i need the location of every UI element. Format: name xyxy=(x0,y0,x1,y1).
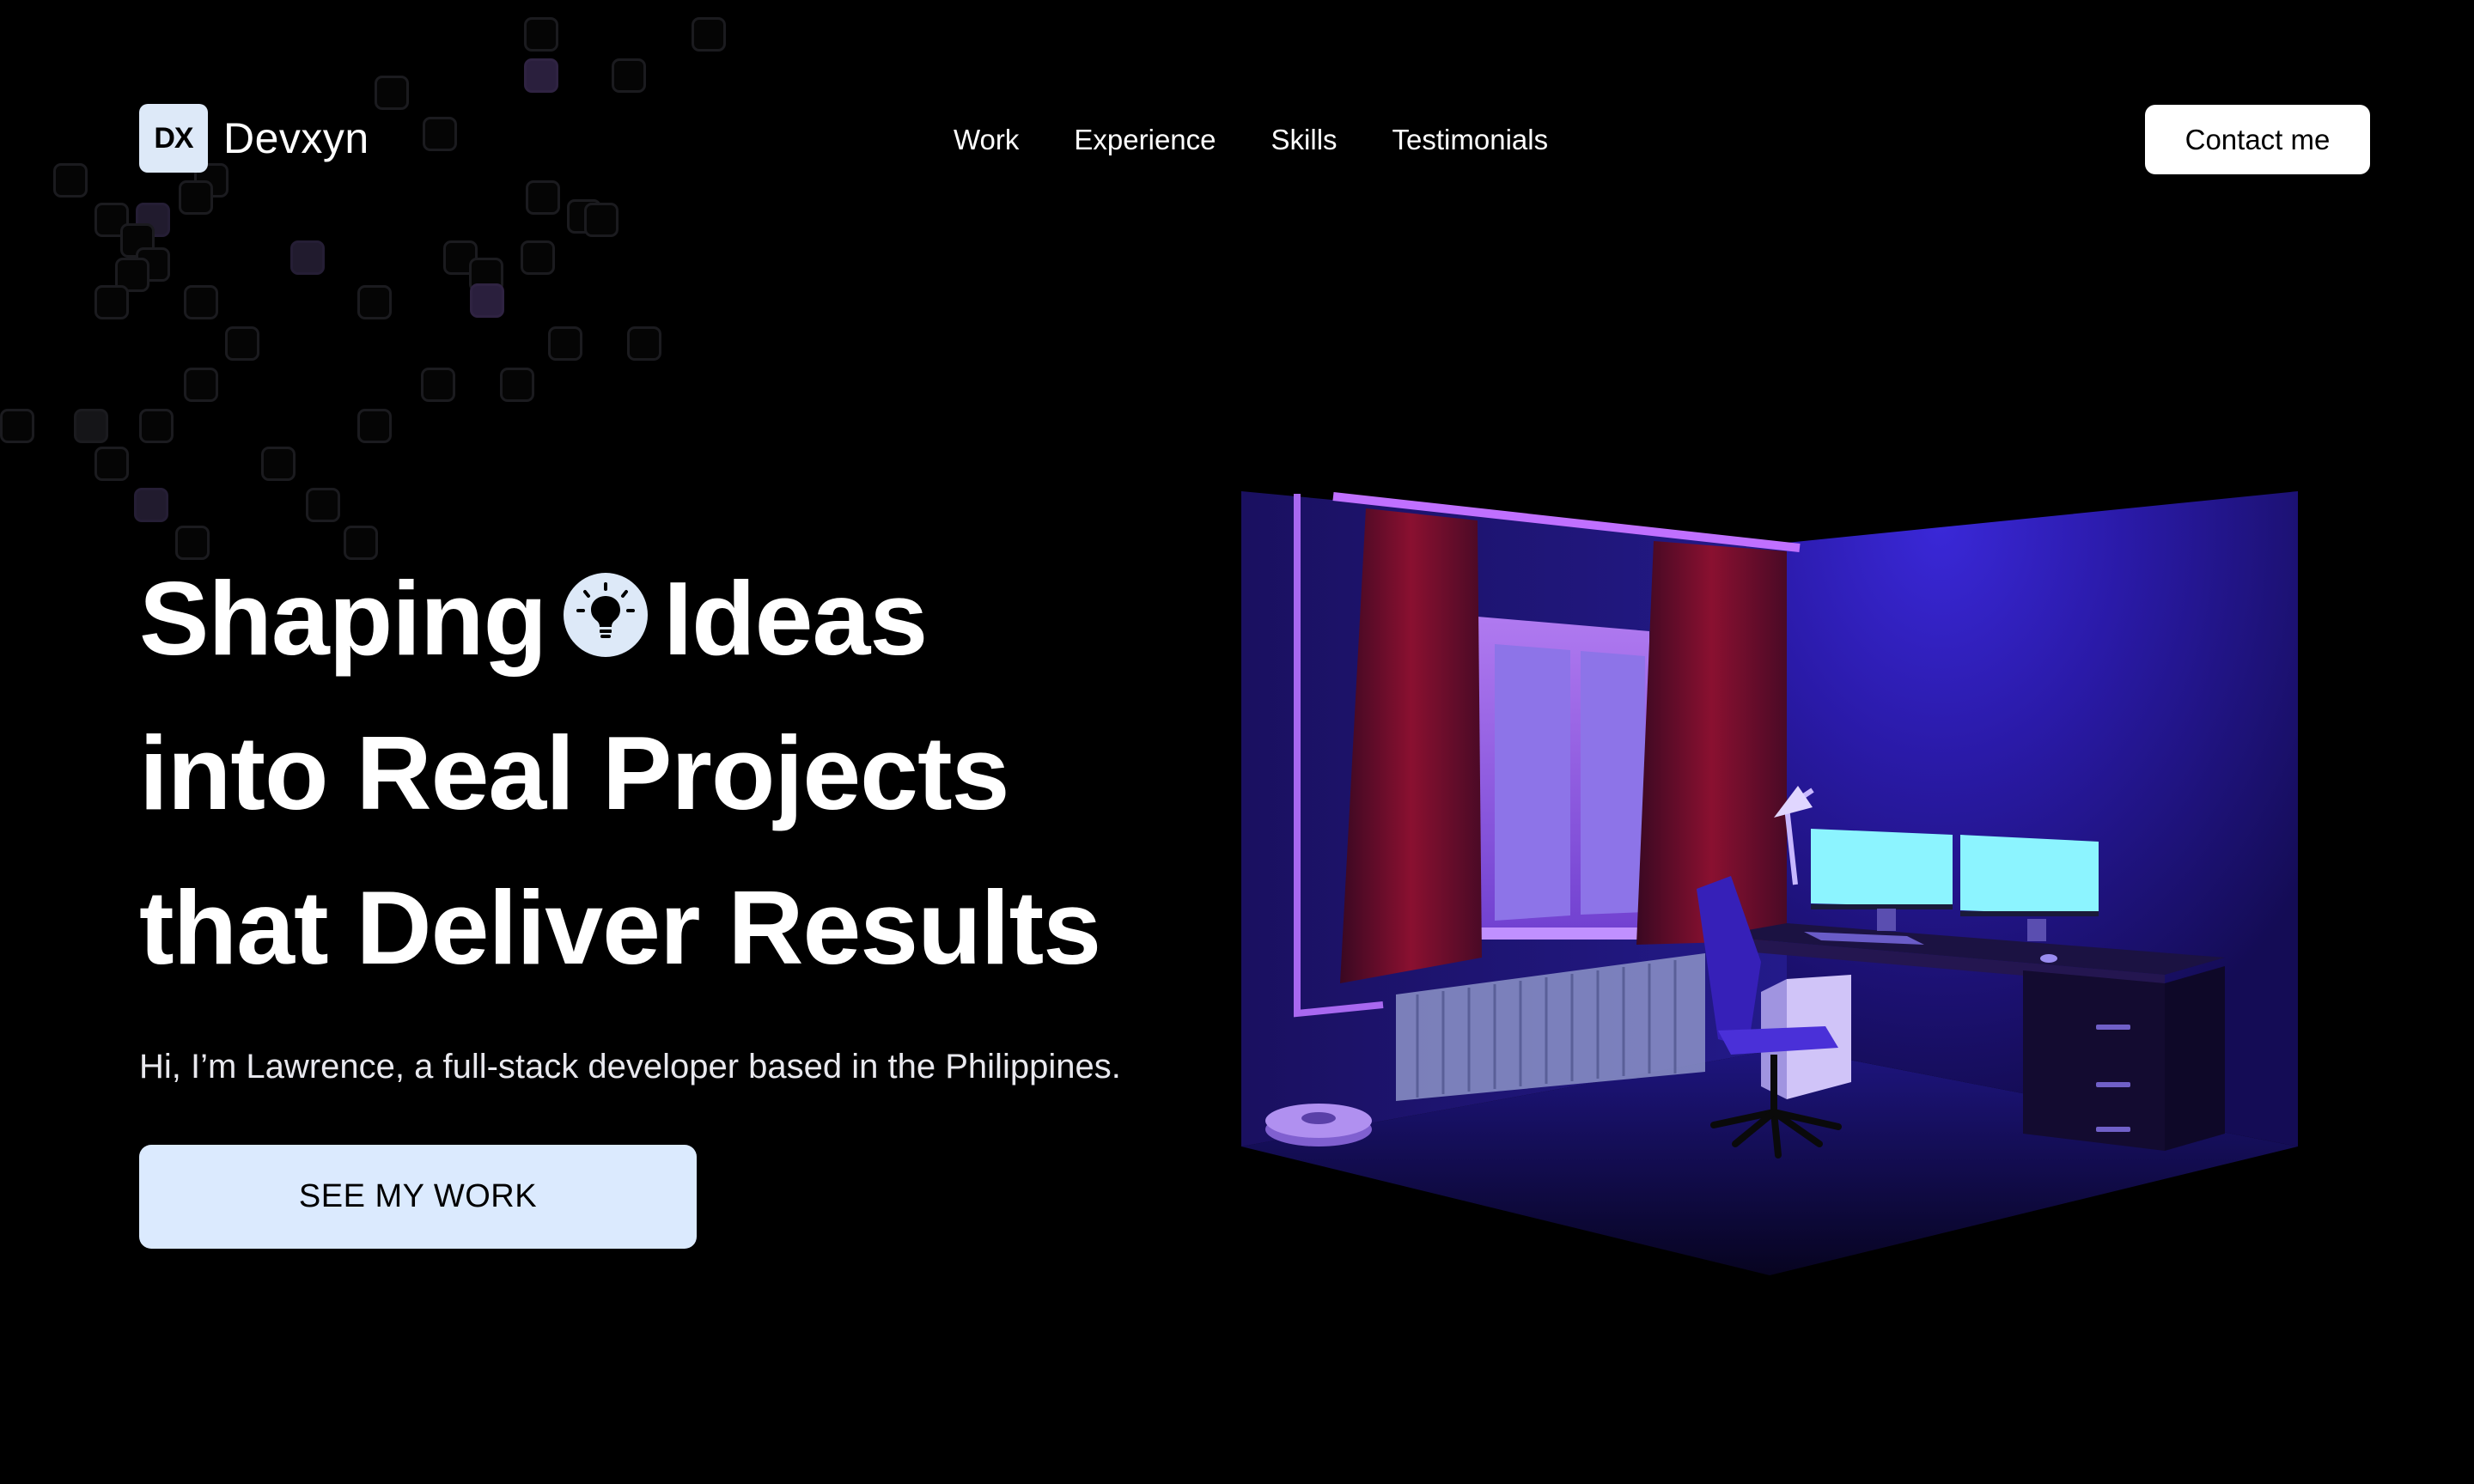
grid-cell xyxy=(470,283,504,318)
nav-item-skills[interactable]: Skills xyxy=(1271,119,1338,161)
logo-text: Devxyn xyxy=(223,114,369,162)
grid-cell xyxy=(627,326,661,361)
grid-cell xyxy=(548,326,582,361)
nav-item-testimonials[interactable]: Testimonials xyxy=(1392,119,1549,161)
lightbulb-icon xyxy=(564,572,649,657)
site-header: DX Devxyn Work Experience Skills Testimo… xyxy=(0,0,2474,283)
grid-cell xyxy=(139,409,174,443)
hero-headline: Shaping Ideas into Real Projects that De… xyxy=(139,541,1256,1005)
room-illustration xyxy=(1237,481,2302,1323)
grid-cell xyxy=(184,368,218,402)
headline-word-shaping: Shaping xyxy=(139,560,547,677)
grid-cell xyxy=(225,326,259,361)
grid-cell xyxy=(261,447,296,481)
grid-cell xyxy=(306,488,340,522)
nav-item-experience[interactable]: Experience xyxy=(1074,119,1216,161)
headline-line-3: that Deliver Results xyxy=(139,869,1101,986)
headline-line-2: into Real Projects xyxy=(139,715,1010,831)
logo[interactable]: DX Devxyn xyxy=(139,104,369,173)
grid-cell xyxy=(94,285,129,319)
nav-item-work[interactable]: Work xyxy=(954,119,1019,161)
main-nav: Work Experience Skills Testimonials xyxy=(954,119,1548,161)
hero-subtitle: Hi, I’m Lawrence, a full-stack developer… xyxy=(139,1048,1121,1086)
logo-mark: DX xyxy=(139,104,208,173)
grid-cell xyxy=(134,488,168,522)
grid-cell xyxy=(0,409,34,443)
contact-button[interactable]: Contact me xyxy=(2145,105,2370,174)
grid-cell xyxy=(357,409,392,443)
grid-cell xyxy=(184,285,218,319)
hero-section: Shaping Ideas into Real Projects that De… xyxy=(139,541,1256,1005)
grid-cell xyxy=(421,368,455,402)
grid-cell xyxy=(74,409,108,443)
grid-cell xyxy=(500,368,534,402)
headline-line-1: Shaping Ideas xyxy=(139,541,1256,696)
grid-cell xyxy=(94,447,129,481)
headline-word-ideas: Ideas xyxy=(663,560,928,677)
grid-cell xyxy=(357,285,392,319)
see-my-work-button[interactable]: SEE MY WORK xyxy=(139,1145,697,1249)
